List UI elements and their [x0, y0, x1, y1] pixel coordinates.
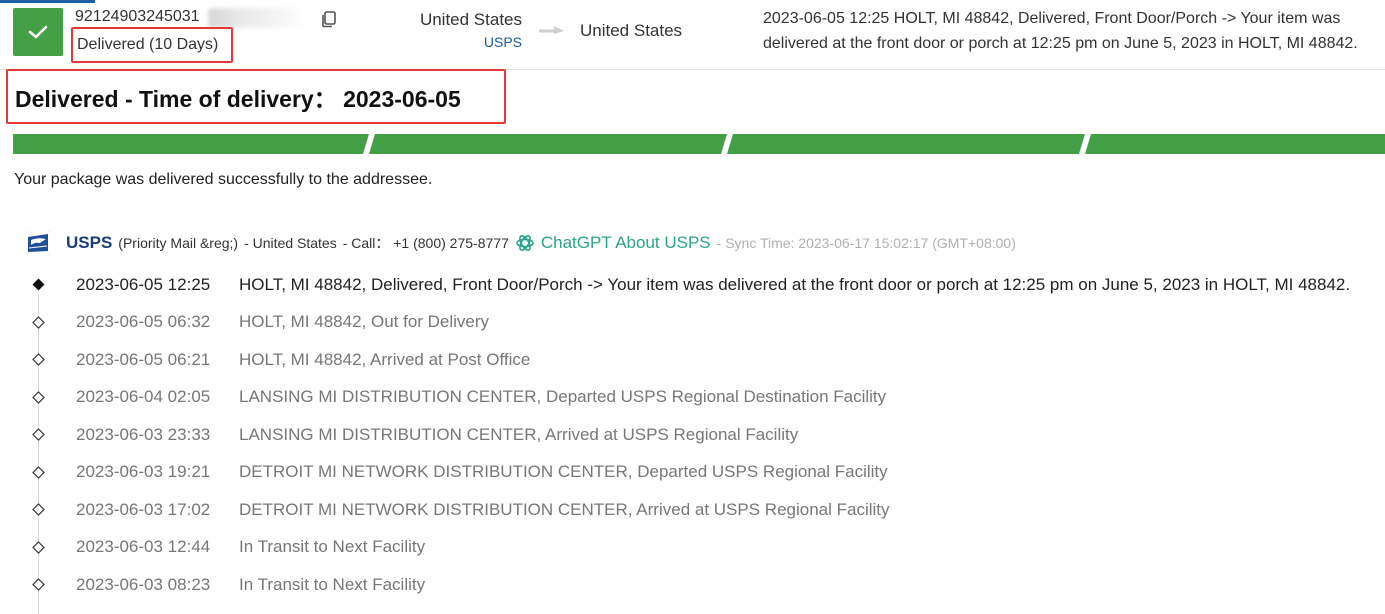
event-time: 2023-06-03 08:23: [76, 574, 211, 594]
carrier-phone: - Call： +1 (800) 275-8777: [342, 235, 509, 251]
timeline-event: 2023-06-03 19:21 DETROIT MI NETWORK DIST…: [0, 454, 1385, 492]
timeline-event: 2023-06-03 17:02 DETROIT MI NETWORK DIST…: [0, 491, 1385, 529]
carrier-name[interactable]: USPS: [66, 233, 112, 253]
event-description: LANSING MI DISTRIBUTION CENTER, Arrived …: [239, 424, 799, 444]
destination-country: United States: [580, 21, 683, 40]
progress-segment: [13, 134, 369, 154]
delivered-days-highlight: Delivered (10 Days): [71, 27, 233, 63]
timeline-event: 2023-06-03 23:33 LANSING MI DISTRIBUTION…: [0, 416, 1385, 454]
filled-diamond-icon: [32, 278, 45, 291]
chatgpt-about-carrier-link[interactable]: ChatGPT About USPS: [515, 233, 711, 253]
event-time: 2023-06-03 17:02: [76, 499, 211, 519]
tracking-number[interactable]: 92124903245031: [75, 8, 200, 26]
chatgpt-label: ChatGPT About USPS: [540, 233, 711, 252]
event-time: 2023-06-03 12:44: [76, 537, 211, 557]
hollow-diamond-icon: [32, 390, 45, 404]
event-time: 2023-06-05 06:32: [76, 312, 211, 332]
hollow-diamond-icon: [32, 353, 45, 366]
copy-icon[interactable]: [320, 10, 338, 28]
tracking-timeline: 2023-06-05 12:25 HOLT, MI 48842, Deliver…: [0, 266, 1385, 614]
event-time: 2023-06-03 19:21: [76, 462, 211, 482]
hollow-diamond-icon: [32, 315, 45, 329]
timeline-event: 2023-06-03 08:23 In Transit to Next Faci…: [0, 566, 1385, 604]
timeline-event: 2023-06-05 12:25 HOLT, MI 48842, Deliver…: [0, 266, 1385, 304]
event-description: In Transit to Next Facility: [239, 574, 426, 594]
event-description: HOLT, MI 48842, Arrived at Post Office: [239, 349, 531, 369]
progress-segment: [1085, 134, 1385, 154]
hollow-diamond-icon: [32, 465, 45, 479]
event-description: DETROIT MI NETWORK DISTRIBUTION CENTER, …: [239, 499, 890, 519]
delivery-headline-highlight: Delivered - Time of delivery： 2023-06-05: [6, 69, 506, 124]
openai-icon: [516, 235, 534, 251]
origin-carrier-link[interactable]: USPS: [380, 34, 522, 50]
event-description: DETROIT MI NETWORK DISTRIBUTION CENTER, …: [239, 462, 888, 482]
event-time: 2023-06-04 02:05: [76, 387, 211, 407]
timeline-event: 2023-06-03 12:44 In Transit to Next Faci…: [0, 529, 1385, 567]
delivered-status-badge: [13, 8, 63, 56]
event-description: LANSING MI DISTRIBUTION CENTER, Departed…: [239, 387, 887, 407]
sync-time: - Sync Time: 2023-06-17 15:02:17 (GMT+08…: [716, 235, 1016, 251]
origin-country: United States: [419, 10, 522, 29]
event-time: 2023-06-05 12:25: [76, 274, 211, 294]
hollow-diamond-icon: [32, 503, 45, 516]
latest-event-summary: 2023-06-05 12:25 HOLT, MI 48842, Deliver…: [763, 10, 1358, 52]
carrier-info-line: USPS (Priority Mail &reg;) - United Stat…: [26, 229, 1016, 257]
status-message: Your package was delivered successfully …: [14, 171, 433, 188]
event-description: HOLT, MI 48842, Out for Delivery: [239, 312, 490, 332]
hollow-diamond-icon: [32, 578, 45, 591]
carrier-service: (Priority Mail &reg;): [118, 235, 239, 251]
shipment-summary-row[interactable]: 92124903245031 Delivered (10 Days) Unite…: [0, 0, 1385, 70]
event-time: 2023-06-05 06:21: [76, 349, 211, 369]
checkmark-icon: [28, 25, 48, 39]
arrow-right-icon: [539, 26, 564, 34]
timeline-event: 2023-06-05 06:32 HOLT, MI 48842, Out for…: [0, 304, 1385, 342]
hollow-diamond-icon: [32, 428, 45, 441]
event-description: HOLT, MI 48842, Delivered, Front Door/Po…: [239, 274, 1351, 294]
event-description: In Transit to Next Facility: [239, 537, 426, 557]
delivery-status-label: Delivered (10 Days): [77, 36, 219, 53]
timeline-event: 2023-06-04 02:05 LANSING MI DISTRIBUTION…: [0, 379, 1385, 417]
carrier-country: - United States: [244, 235, 337, 251]
event-time: 2023-06-03 23:33: [76, 424, 211, 444]
progress-segment: [369, 134, 727, 154]
timeline-event: 2023-06-05 06:21 HOLT, MI 48842, Arrived…: [0, 341, 1385, 379]
delivery-progress-bar: [13, 134, 1385, 154]
hollow-diamond-icon: [32, 540, 45, 554]
usps-eagle-logo: [26, 231, 50, 255]
origin-block: United States USPS: [380, 10, 522, 50]
redacted-tracking-digits: [208, 8, 308, 28]
progress-segment: [727, 134, 1085, 154]
delivery-headline: Delivered - Time of delivery： 2023-06-05: [15, 85, 461, 112]
